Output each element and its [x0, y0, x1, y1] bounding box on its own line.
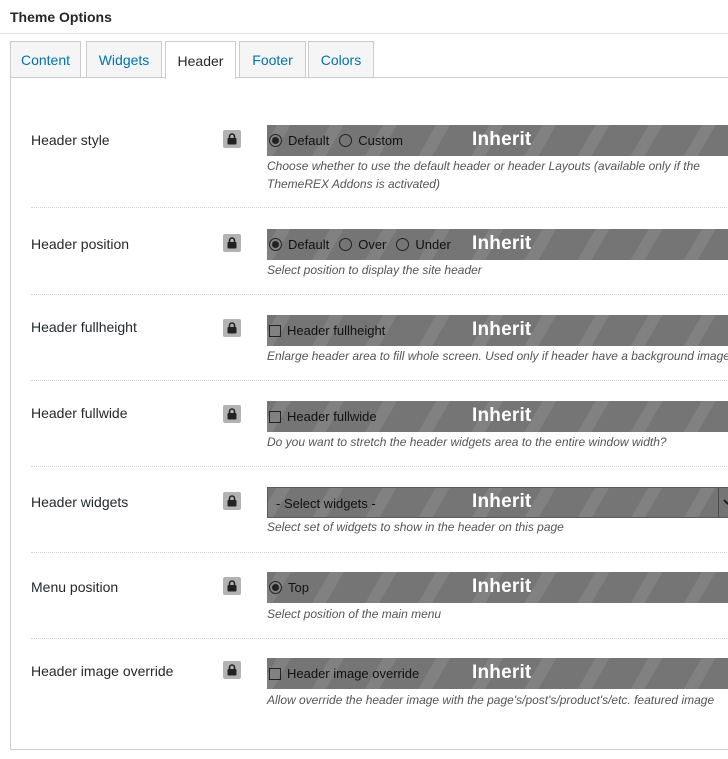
chevron-down-icon[interactable]: [718, 488, 728, 517]
select-value: - Select widgets -: [276, 496, 376, 511]
option-row-header-position: Header position Default Over Under Inher…: [31, 228, 728, 298]
option-row-menu-position: Menu position Top Inherit Select positio…: [31, 572, 728, 642]
option-row-header-widgets: Header widgets - Select widgets - Inheri…: [31, 486, 728, 556]
row-divider: [31, 294, 728, 295]
option-description: Select set of widgets to show in the hea…: [267, 520, 564, 534]
option-label: Header position: [31, 236, 130, 252]
option-label: Header fullheight: [31, 319, 137, 335]
row-divider: [31, 380, 728, 381]
option-row-header-fullwide: Header fullwide Header fullwide Inherit …: [31, 401, 728, 471]
inherit-label: Inherit: [472, 319, 532, 340]
option-row-header-style: Header style Default Custom Inherit Choo…: [31, 124, 728, 210]
inherit-label: Inherit: [472, 129, 532, 150]
checkbox-group: Header image override: [269, 658, 429, 689]
checkbox-icon[interactable]: [269, 410, 281, 423]
inherit-overlay[interactable]: - Select widgets - Inherit: [267, 487, 728, 518]
option-description: Enlarge header area to fill whole screen…: [267, 349, 728, 363]
radio-icon[interactable]: [339, 134, 353, 147]
checkbox-option[interactable]: Header image override: [269, 666, 419, 681]
inherit-overlay[interactable]: Header image override Inherit: [267, 658, 728, 689]
tab-widgets[interactable]: Widgets: [86, 41, 162, 78]
lock-icon[interactable]: [223, 130, 241, 148]
lock-icon[interactable]: [223, 577, 241, 595]
lock-icon[interactable]: [223, 405, 241, 423]
checkbox-group: Header fullheight: [269, 315, 395, 346]
checkbox-option[interactable]: Header fullwide: [269, 409, 377, 424]
inherit-label: Inherit: [472, 576, 532, 597]
tab-bar: Content Widgets Header Footer Colors: [10, 41, 728, 79]
inherit-overlay[interactable]: Default Custom Inherit: [267, 125, 728, 156]
inherit-label: Inherit: [472, 405, 532, 426]
row-divider: [31, 207, 728, 208]
radio-selected-icon[interactable]: [269, 134, 282, 147]
tab-colors[interactable]: Colors: [308, 41, 374, 78]
inherit-overlay[interactable]: Top Inherit: [267, 572, 728, 603]
radio-group: Default Custom: [269, 125, 413, 156]
radio-option[interactable]: Under: [396, 237, 451, 252]
tab-content[interactable]: Content: [10, 41, 81, 78]
option-label: Header fullwide: [31, 405, 128, 421]
radio-group: Top: [269, 572, 319, 603]
inherit-overlay[interactable]: Header fullheight Inherit: [267, 315, 728, 346]
option-description: Allow override the header image with the…: [267, 693, 715, 707]
radio-group: Default Over Under: [269, 229, 461, 260]
option-description: Choose whether to use the default header…: [267, 159, 700, 191]
row-divider: [31, 466, 728, 467]
checkbox-option[interactable]: Header fullheight: [269, 323, 385, 338]
option-label: Header widgets: [31, 494, 129, 510]
radio-option[interactable]: Default: [269, 133, 329, 148]
lock-icon[interactable]: [223, 661, 241, 679]
header-options-panel: Header style Default Custom Inherit Choo…: [10, 77, 728, 750]
inherit-overlay[interactable]: Header fullwide Inherit: [267, 401, 728, 432]
option-description: Select position to display the site head…: [267, 263, 482, 277]
tab-header[interactable]: Header: [165, 41, 236, 79]
lock-icon[interactable]: [223, 319, 241, 337]
lock-icon[interactable]: [223, 492, 241, 510]
theme-options-header: Theme Options: [0, 0, 728, 34]
radio-option[interactable]: Custom: [339, 133, 403, 148]
option-label: Header style: [31, 132, 110, 148]
inherit-overlay[interactable]: Default Over Under Inherit: [267, 229, 728, 260]
checkbox-icon[interactable]: [269, 667, 281, 680]
inherit-label: Inherit: [472, 662, 532, 683]
page-title: Theme Options: [10, 9, 112, 25]
option-description: Do you want to stretch the header widget…: [267, 435, 667, 449]
radio-option[interactable]: Over: [339, 237, 386, 252]
option-label: Header image override: [31, 663, 174, 679]
radio-icon[interactable]: [339, 238, 353, 251]
inherit-label: Inherit: [472, 491, 532, 512]
checkbox-group: Header fullwide: [269, 401, 387, 432]
radio-icon[interactable]: [396, 238, 410, 251]
radio-selected-icon[interactable]: [269, 238, 282, 251]
inherit-label: Inherit: [472, 233, 532, 254]
row-divider: [31, 552, 728, 553]
radio-option[interactable]: Top: [269, 580, 309, 595]
option-label: Menu position: [31, 579, 119, 595]
lock-icon[interactable]: [223, 234, 241, 252]
checkbox-icon[interactable]: [269, 324, 281, 337]
tab-footer[interactable]: Footer: [239, 41, 306, 78]
option-row-header-fullheight: Header fullheight Header fullheight Inhe…: [31, 315, 728, 385]
option-description: Select position of the main menu: [267, 607, 442, 621]
row-divider: [31, 638, 728, 639]
radio-selected-icon[interactable]: [269, 581, 282, 594]
option-row-header-image-override: Header image override Header image overr…: [31, 658, 728, 728]
radio-option[interactable]: Default: [269, 237, 329, 252]
